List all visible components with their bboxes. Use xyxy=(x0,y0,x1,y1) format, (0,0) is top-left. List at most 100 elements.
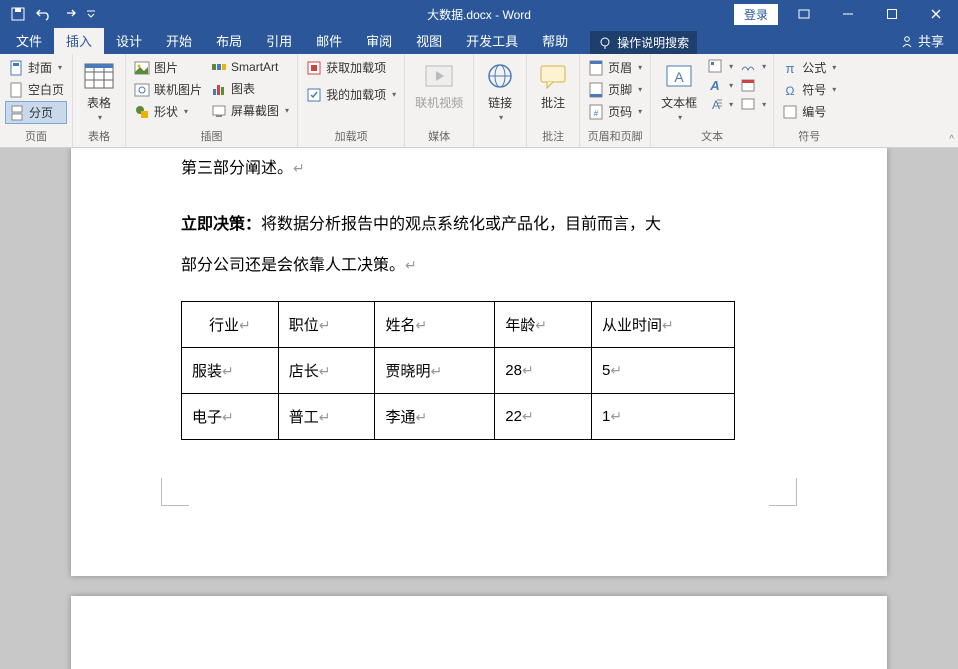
quick-parts-button[interactable]: ▾ xyxy=(705,57,735,75)
tab-design[interactable]: 设计 xyxy=(104,27,154,54)
chevron-down-icon: ▾ xyxy=(832,63,836,72)
doc-title: 大数据.docx xyxy=(427,8,492,22)
tab-insert[interactable]: 插入 xyxy=(54,27,104,54)
table-header-cell[interactable]: 姓名↵ xyxy=(375,301,495,347)
group-label-addins: 加载项 xyxy=(303,126,399,147)
group-label-media: 媒体 xyxy=(410,126,468,147)
table-cell[interactable]: 普工↵ xyxy=(278,393,375,439)
table-header-cell[interactable]: 从业时间↵ xyxy=(592,301,735,347)
table-cell[interactable]: 1↵ xyxy=(592,393,735,439)
tab-file[interactable]: 文件 xyxy=(4,27,54,54)
group-label-illustrations: 插图 xyxy=(131,126,292,147)
qat-dropdown-icon[interactable] xyxy=(84,2,98,26)
app-name: Word xyxy=(502,8,530,22)
ribbon-tabs: 文件 插入 设计 开始 布局 引用 邮件 审阅 视图 开发工具 帮助 操作说明搜… xyxy=(0,28,958,54)
save-icon[interactable] xyxy=(6,2,30,26)
ribbon-collapse-icon[interactable]: ^ xyxy=(949,134,954,145)
shapes-button[interactable]: 形状▾ xyxy=(131,101,205,122)
ribbon-group-comments: 批注 批注 xyxy=(527,54,580,147)
comment-button[interactable]: 批注 xyxy=(532,57,574,114)
svg-text:#: # xyxy=(594,109,599,118)
margin-corner-icon xyxy=(161,478,189,506)
svg-text:A: A xyxy=(709,78,719,93)
group-label-headerfooter: 页眉和页脚 xyxy=(585,126,645,147)
document-page[interactable]: 第三部分阐述。↵ 立即决策：将数据分析报告中的观点系统化或产品化，目前而言，大 … xyxy=(71,148,887,576)
chevron-down-icon: ▾ xyxy=(638,107,642,116)
minimize-icon[interactable] xyxy=(826,0,870,28)
smartart-button[interactable]: SmartArt xyxy=(208,57,292,77)
tab-review[interactable]: 审阅 xyxy=(354,27,404,54)
document-page[interactable] xyxy=(71,596,887,669)
ribbon: 封面▾ 空白页 分页 页面 表格 ▾ 表格 图片 联机图片 形状▾ SmartA… xyxy=(0,54,958,148)
equation-button[interactable]: π公式▾ xyxy=(779,57,839,78)
table-header-cell[interactable]: 行业↵ xyxy=(182,301,279,347)
login-button[interactable]: 登录 xyxy=(734,4,778,25)
redo-icon[interactable] xyxy=(58,2,82,26)
table-button[interactable]: 表格 ▾ xyxy=(78,57,120,125)
signature-line-button[interactable]: ▾ xyxy=(738,57,768,75)
object-button[interactable]: ▾ xyxy=(738,95,768,113)
share-button[interactable]: 共享 xyxy=(886,27,958,54)
table-cell[interactable]: 服装↵ xyxy=(182,347,279,393)
table-header-cell[interactable]: 职位↵ xyxy=(278,301,375,347)
bulb-icon xyxy=(598,36,612,50)
content-table[interactable]: 行业↵ 职位↵ 姓名↵ 年龄↵ 从业时间↵ 服装↵ 店长↵ 贾晓明↵ 28↵ 5… xyxy=(181,301,735,440)
tab-layout[interactable]: 布局 xyxy=(204,27,254,54)
table-cell[interactable]: 5↵ xyxy=(592,347,735,393)
chevron-down-icon: ▾ xyxy=(98,113,102,122)
ribbon-group-symbols: π公式▾ Ω符号▾ 编号 符号 xyxy=(774,54,844,147)
group-label-symbols: 符号 xyxy=(779,126,839,147)
tab-mailings[interactable]: 邮件 xyxy=(304,27,354,54)
undo-icon[interactable] xyxy=(32,2,56,26)
svg-text:Ω: Ω xyxy=(786,84,795,98)
table-cell[interactable]: 店长↵ xyxy=(278,347,375,393)
drop-cap-button[interactable]: A▾ xyxy=(705,95,735,113)
chevron-down-icon: ▾ xyxy=(762,62,766,71)
screenshot-button[interactable]: 屏幕截图▾ xyxy=(208,100,292,121)
tab-help[interactable]: 帮助 xyxy=(530,27,580,54)
table-cell[interactable]: 电子↵ xyxy=(182,393,279,439)
tab-start[interactable]: 开始 xyxy=(154,27,204,54)
cover-page-button[interactable]: 封面▾ xyxy=(5,57,67,78)
close-icon[interactable] xyxy=(914,0,958,28)
links-button[interactable]: 链接 ▾ xyxy=(479,57,521,125)
date-time-button[interactable] xyxy=(738,76,768,94)
tab-view[interactable]: 视图 xyxy=(404,27,454,54)
chevron-down-icon: ▾ xyxy=(392,90,396,99)
ribbon-group-pages: 封面▾ 空白页 分页 页面 xyxy=(0,54,73,147)
svg-text:A: A xyxy=(674,69,684,85)
chevron-down-icon: ▾ xyxy=(285,106,289,115)
blank-page-button[interactable]: 空白页 xyxy=(5,79,67,100)
group-label-text: 文本 xyxy=(656,126,768,147)
maximize-icon[interactable] xyxy=(870,0,914,28)
online-video-button[interactable]: 联机视频 xyxy=(410,57,468,114)
chart-button[interactable]: 图表 xyxy=(208,78,292,99)
tab-devtools[interactable]: 开发工具 xyxy=(454,27,530,54)
table-header-cell[interactable]: 年龄↵ xyxy=(495,301,592,347)
table-cell[interactable]: 贾晓明↵ xyxy=(375,347,495,393)
pictures-button[interactable]: 图片 xyxy=(131,57,205,78)
online-pictures-button[interactable]: 联机图片 xyxy=(131,79,205,100)
tab-references[interactable]: 引用 xyxy=(254,27,304,54)
my-addins-button[interactable]: 我的加载项▾ xyxy=(303,84,399,105)
margin-corner-icon xyxy=(769,478,797,506)
ribbon-display-icon[interactable] xyxy=(782,0,826,28)
table-cell[interactable]: 22↵ xyxy=(495,393,592,439)
footer-button[interactable]: 页脚▾ xyxy=(585,79,645,100)
table-cell[interactable]: 李通↵ xyxy=(375,393,495,439)
page-number-button[interactable]: #页码▾ xyxy=(585,101,645,122)
table-cell[interactable]: 28↵ xyxy=(495,347,592,393)
get-addins-button[interactable]: 获取加载项 xyxy=(303,57,399,78)
share-icon xyxy=(900,34,914,48)
page-break-button[interactable]: 分页 xyxy=(5,101,67,124)
textbox-button[interactable]: A 文本框 ▾ xyxy=(656,57,702,125)
symbol-button[interactable]: Ω符号▾ xyxy=(779,79,839,100)
header-button[interactable]: 页眉▾ xyxy=(585,57,645,78)
document-area[interactable]: 第三部分阐述。↵ 立即决策：将数据分析报告中的观点系统化或产品化，目前而言，大 … xyxy=(0,148,958,669)
window-title: 大数据.docx - Word xyxy=(427,6,531,23)
tell-me-search[interactable]: 操作说明搜索 xyxy=(590,31,697,54)
wordart-button[interactable]: A▾ xyxy=(705,76,735,94)
number-button[interactable]: 编号 xyxy=(779,101,839,122)
quick-access-toolbar xyxy=(0,0,98,28)
chevron-down-icon: ▾ xyxy=(762,100,766,109)
